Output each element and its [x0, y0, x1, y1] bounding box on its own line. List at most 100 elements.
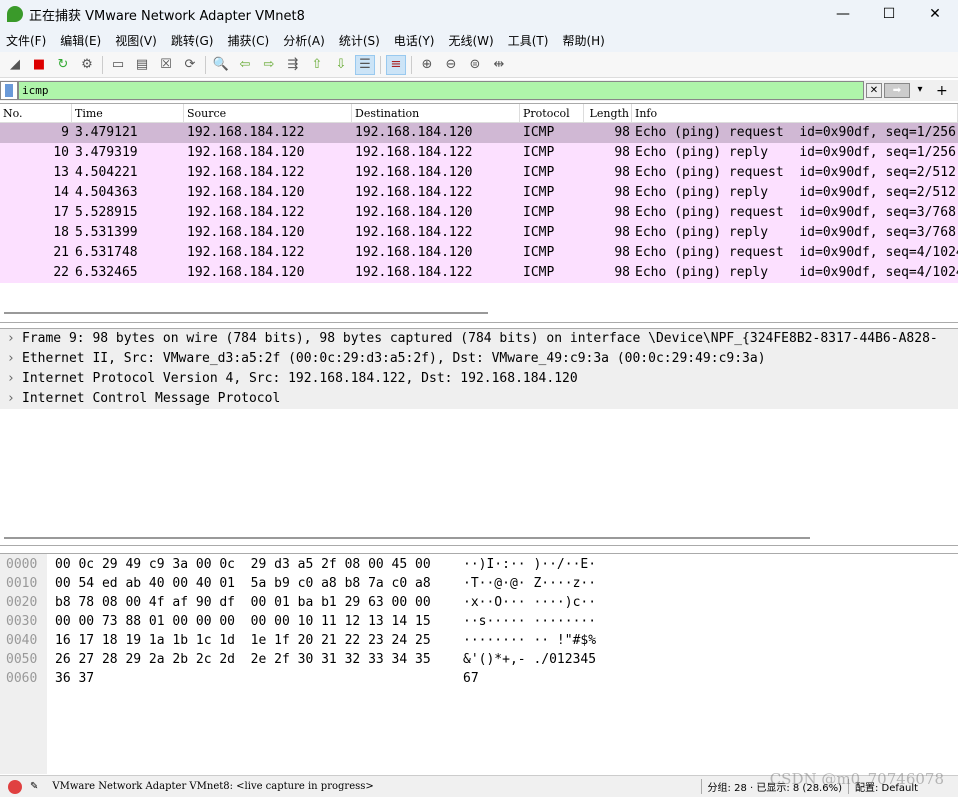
- minimize-button[interactable]: —: [820, 0, 866, 28]
- zoom-out-icon[interactable]: ⊖: [441, 55, 461, 75]
- bookmark-icon[interactable]: [0, 81, 18, 100]
- column-header-destination[interactable]: Destination: [352, 104, 520, 122]
- forward-icon[interactable]: ⇨: [259, 55, 279, 75]
- detail-text: Internet Control Message Protocol: [22, 391, 281, 406]
- expand-arrow-icon[interactable]: ›: [0, 329, 22, 349]
- menu-item[interactable]: 电话(Y): [388, 32, 443, 49]
- save-icon[interactable]: ▤: [132, 55, 152, 75]
- packet-row[interactable]: 17 5.528915 192.168.184.122 192.168.184.120…: [0, 203, 958, 223]
- reload-icon[interactable]: ⟳: [180, 55, 200, 75]
- hex-offset[interactable]: 0040: [6, 631, 37, 650]
- column-header-info[interactable]: Info: [632, 104, 958, 122]
- detail-tree-item[interactable]: › Internet Control Message Protocol: [0, 389, 958, 409]
- options-gear-icon[interactable]: ⚙: [77, 55, 97, 75]
- packet-row[interactable]: 14 4.504363 192.168.184.120 192.168.184.122…: [0, 183, 958, 203]
- menu-item[interactable]: 跳转(G): [165, 32, 222, 49]
- expand-arrow-icon[interactable]: ›: [0, 369, 22, 389]
- detail-tree-item[interactable]: › Frame 9: 98 bytes on wire (784 bits), 9…: [0, 329, 958, 349]
- clear-filter-icon[interactable]: ✕: [866, 83, 882, 98]
- menu-item[interactable]: 无线(W): [443, 32, 502, 49]
- detail-tree-item[interactable]: › Ethernet II, Src: VMware_d3:a5:2f (00:0…: [0, 349, 958, 369]
- close-button[interactable]: ✕: [912, 0, 958, 28]
- packet-cell-time: 4.504221: [75, 165, 138, 180]
- restart-icon[interactable]: ↻: [53, 55, 73, 75]
- main-toolbar: ◢ ■ ↻ ⚙ ▭ ▤ ☒ ⟳ 🔍 ⇦ ⇨ ⇶ ⇧ ⇩ ☰ ≡ ⊕ ⊖ ⊜ ⇹: [0, 52, 958, 78]
- hex-offset[interactable]: 0030: [6, 612, 37, 631]
- maximize-button[interactable]: ☐: [866, 0, 912, 28]
- hex-offset[interactable]: 0010: [6, 574, 37, 593]
- back-icon[interactable]: ⇦: [235, 55, 255, 75]
- display-filter-input[interactable]: [18, 81, 864, 100]
- column-header-length[interactable]: Length: [584, 104, 632, 122]
- hex-ascii[interactable]: ·x··O··· ····)c··: [463, 593, 596, 612]
- hex-ascii[interactable]: &'()*+,- ./012345: [463, 650, 596, 669]
- hex-bytes[interactable]: 16 17 18 19 1a 1b 1c 1d 1e 1f 20 21 22 2…: [55, 631, 431, 650]
- shark-fin-start-icon[interactable]: ◢: [5, 55, 25, 75]
- menu-item[interactable]: 编辑(E): [54, 32, 109, 49]
- hex-bytes[interactable]: 00 0c 29 49 c9 3a 00 0c 29 d3 a5 2f 08 0…: [55, 555, 431, 574]
- menu-item[interactable]: 统计(S): [333, 32, 388, 49]
- menu-item[interactable]: 文件(F): [0, 32, 54, 49]
- stop-icon[interactable]: ■: [29, 55, 49, 75]
- close-file-icon[interactable]: ☒: [156, 55, 176, 75]
- packet-cell-time: 5.528915: [75, 205, 138, 220]
- hex-ascii[interactable]: 67: [463, 669, 479, 688]
- hex-ascii[interactable]: ········ ·· !"#$%: [463, 631, 596, 650]
- hex-offset[interactable]: 0050: [6, 650, 37, 669]
- menu-item[interactable]: 工具(T): [502, 32, 557, 49]
- packet-list-hscrollbar[interactable]: [4, 312, 488, 314]
- wireshark-logo-icon: [7, 6, 23, 22]
- packet-cell-no: 22: [53, 265, 69, 280]
- first-icon[interactable]: ⇧: [307, 55, 327, 75]
- packet-cell-destination: 192.168.184.120: [355, 125, 473, 140]
- resize-columns-icon[interactable]: ⇹: [489, 55, 509, 75]
- edit-comment-icon[interactable]: ✎: [30, 781, 38, 792]
- expand-arrow-icon[interactable]: ›: [0, 349, 22, 369]
- detail-tree-item[interactable]: › Internet Protocol Version 4, Src: 192.1…: [0, 369, 958, 389]
- menu-item[interactable]: 帮助(H): [556, 32, 612, 49]
- zoom-normal-icon[interactable]: ⊜: [465, 55, 485, 75]
- hex-bytes[interactable]: 26 27 28 29 2a 2b 2c 2d 2e 2f 30 31 32 3…: [55, 650, 431, 669]
- detail-text: Ethernet II, Src: VMware_d3:a5:2f (00:0c…: [22, 351, 766, 366]
- open-icon[interactable]: ▭: [108, 55, 128, 75]
- last-icon[interactable]: ⇩: [331, 55, 351, 75]
- hex-offset[interactable]: 0020: [6, 593, 37, 612]
- column-header-time[interactable]: Time: [72, 104, 184, 122]
- packet-row[interactable]: 22 6.532465 192.168.184.120 192.168.184.122…: [0, 263, 958, 283]
- hex-bytes[interactable]: 36 37: [55, 669, 94, 688]
- hex-offset[interactable]: 0000: [6, 555, 37, 574]
- hex-ascii[interactable]: ·T··@·@· Z····z··: [463, 574, 596, 593]
- autoscroll-icon[interactable]: ☰: [355, 54, 375, 75]
- column-header-source[interactable]: Source: [184, 104, 352, 122]
- menu-item[interactable]: 分析(A): [277, 32, 333, 49]
- hex-bytes[interactable]: 00 00 73 88 01 00 00 00 00 00 10 11 12 1…: [55, 612, 431, 631]
- packet-cell-length: 98: [614, 145, 630, 160]
- add-filter-button-icon[interactable]: +: [936, 83, 948, 99]
- details-hscrollbar[interactable]: [4, 537, 810, 539]
- packet-cell-destination: 192.168.184.122: [355, 265, 473, 280]
- find-icon[interactable]: 🔍: [211, 55, 231, 75]
- menu-item[interactable]: 视图(V): [109, 32, 165, 49]
- packet-cell-destination: 192.168.184.122: [355, 225, 473, 240]
- filter-dropdown-icon[interactable]: ▾: [912, 83, 928, 98]
- hex-ascii[interactable]: ··s····· ········: [463, 612, 596, 631]
- hex-offset[interactable]: 0060: [6, 669, 37, 688]
- packet-row[interactable]: 9 3.479121 192.168.184.122 192.168.184.120 I…: [0, 123, 958, 143]
- colorize-icon[interactable]: ≡: [386, 54, 406, 75]
- capture-status-icon[interactable]: [8, 779, 22, 794]
- apply-filter-icon[interactable]: ➡: [884, 83, 910, 98]
- column-header-no[interactable]: No.: [0, 104, 72, 122]
- packet-row[interactable]: 21 6.531748 192.168.184.122 192.168.184.120…: [0, 243, 958, 263]
- packet-row[interactable]: 18 5.531399 192.168.184.120 192.168.184.122…: [0, 223, 958, 243]
- zoom-in-icon[interactable]: ⊕: [417, 55, 437, 75]
- packet-row[interactable]: 13 4.504221 192.168.184.122 192.168.184.120…: [0, 163, 958, 183]
- goto-icon[interactable]: ⇶: [283, 55, 303, 75]
- packet-cell-source: 192.168.184.122: [187, 125, 305, 140]
- packet-row[interactable]: 10 3.479319 192.168.184.120 192.168.184.122…: [0, 143, 958, 163]
- column-header-protocol[interactable]: Protocol: [520, 104, 584, 122]
- expand-arrow-icon[interactable]: ›: [0, 389, 22, 409]
- hex-bytes[interactable]: b8 78 08 00 4f af 90 df 00 01 ba b1 29 6…: [55, 593, 431, 612]
- hex-ascii[interactable]: ··)I·:·· )··/··E·: [463, 555, 596, 574]
- menu-item[interactable]: 捕获(C): [221, 32, 277, 49]
- hex-bytes[interactable]: 00 54 ed ab 40 00 40 01 5a b9 c0 a8 b8 7…: [55, 574, 431, 593]
